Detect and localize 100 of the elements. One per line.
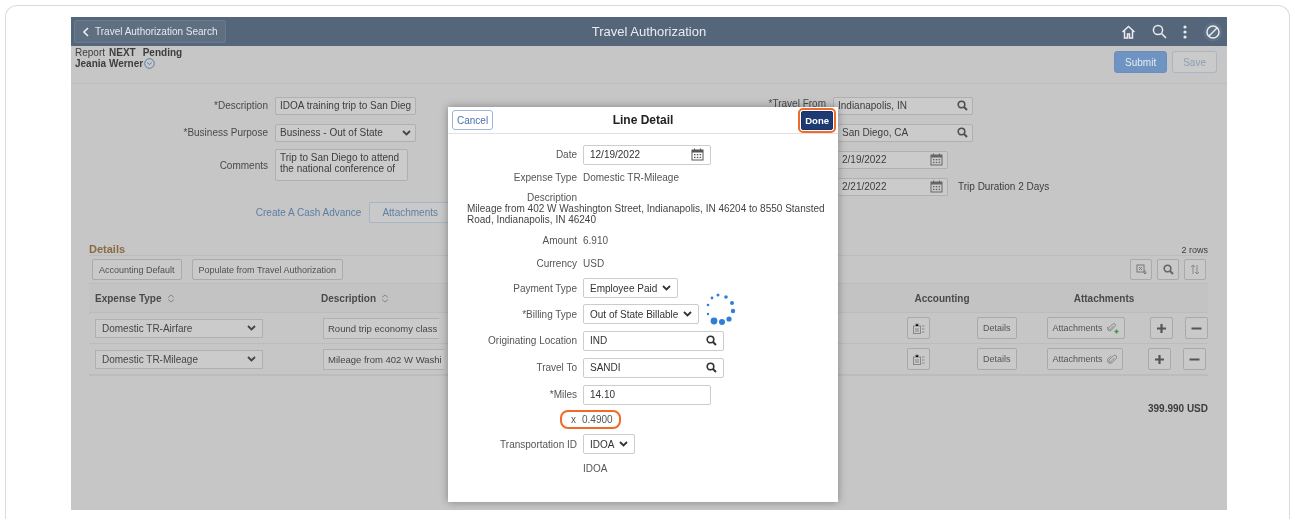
calendar-icon — [930, 153, 943, 166]
toolbar-button[interactable]: Populate from Travel Authorization — [191, 259, 344, 280]
accounting-icon — [912, 353, 925, 365]
date-field[interactable]: 2/21/2022 — [838, 177, 948, 196]
expense-type-dropdown[interactable]: Domestic TR-Mileage — [95, 349, 263, 369]
column-header[interactable]: Description — [321, 292, 376, 304]
field-value: USD — [583, 258, 605, 269]
field-label: *Description — [213, 100, 268, 111]
attachments-button[interactable]: Attachments — [1046, 317, 1125, 339]
expense-type-dropdown[interactable]: Domestic TR-Airfare — [95, 318, 263, 338]
no-entry-icon[interactable] — [1203, 21, 1223, 42]
plus-icon — [1153, 353, 1165, 365]
accounting-button[interactable] — [907, 348, 930, 370]
details-button[interactable]: Details — [977, 348, 1017, 370]
description-field[interactable]: Mileage from 402 W Washi — [323, 348, 444, 370]
lookup-field[interactable]: IND — [583, 330, 724, 351]
field-label: Originating Location — [487, 335, 577, 346]
add-row-button[interactable] — [1147, 348, 1171, 370]
details-button[interactable]: Details — [977, 317, 1017, 339]
more-icon[interactable] — [1183, 24, 1187, 39]
search-icon — [1162, 264, 1174, 275]
accounting-icon — [912, 322, 925, 334]
user-name: Jeania Werner — [75, 58, 144, 69]
report-label: Report — [75, 47, 105, 58]
field-label: Currency — [535, 258, 577, 269]
dropdown[interactable]: Business - Out of State — [275, 123, 416, 142]
export-button[interactable] — [1130, 259, 1152, 280]
chevron-down-icon — [247, 356, 256, 362]
column-header: Attachments — [1072, 292, 1136, 304]
field-label: x — [571, 414, 576, 425]
date-field[interactable]: 2/19/2022 — [838, 150, 948, 169]
report-status: Pending — [142, 47, 183, 58]
cancel-button[interactable]: Cancel — [452, 110, 494, 130]
search-icon — [957, 127, 968, 138]
search-icon — [706, 335, 717, 346]
report-id: NEXT — [109, 47, 136, 58]
field-value: IDOA — [583, 463, 608, 474]
field-value: 6.910 — [583, 235, 609, 246]
delete-row-button[interactable] — [1184, 317, 1208, 339]
field-label: Description — [525, 192, 577, 203]
miles-field[interactable]: 14.10 — [583, 384, 711, 405]
description-text: Mileage from 402 W Washington Street, Indianapolis, IN 46204 to 8550 Stansted Road, Indianapolis, IN 46240 — [466, 203, 826, 225]
dropdown[interactable]: Employee Paid — [583, 278, 679, 298]
chevron-circle-icon[interactable] — [144, 58, 156, 69]
dropdown[interactable]: IDOA — [583, 434, 636, 454]
chevron-down-icon — [683, 311, 693, 317]
field-label: *Miles — [548, 389, 577, 400]
toolbar-button[interactable]: Accounting Default — [92, 259, 182, 280]
row-count: 2 rows — [1181, 244, 1208, 255]
search-icon — [706, 362, 717, 373]
search-icon — [957, 100, 968, 111]
field-label: *Billing Type — [521, 308, 577, 320]
field-label: Amount — [541, 235, 577, 246]
trip-duration: Trip Duration 2 Days — [958, 181, 1050, 192]
page-title: Travel Authorization — [591, 24, 707, 39]
section-title: Details — [89, 243, 126, 255]
field-label: Expense Type — [512, 172, 577, 183]
field-label: *Travel From — [768, 98, 826, 109]
lookup-field[interactable]: Indianapolis, IN — [833, 96, 973, 115]
back-button[interactable]: Travel Authorization Search — [74, 20, 227, 43]
text-field[interactable]: IDOA training trip to San Dieg — [275, 96, 417, 115]
done-button[interactable]: Done — [801, 110, 833, 130]
field-label: Transportation ID — [499, 438, 577, 450]
minus-icon — [1188, 357, 1200, 361]
field-label: Date — [554, 149, 577, 160]
chevron-down-icon — [619, 441, 629, 447]
dialog-title: Line Detail — [612, 113, 674, 127]
comments-field[interactable]: Trip to San Diego to attend the national conference of — [275, 149, 408, 181]
minus-icon — [1190, 326, 1202, 330]
sort-icon — [166, 293, 175, 303]
calendar-icon — [930, 180, 943, 193]
lookup-field[interactable]: San Diego, CA — [838, 123, 973, 142]
column-header: Accounting — [913, 292, 971, 304]
add-row-button[interactable] — [1149, 317, 1173, 339]
date-field[interactable]: 12/19/2022 — [583, 144, 711, 165]
field-label: Comments — [218, 159, 268, 171]
field-value: 0.4900 — [582, 414, 613, 425]
plus-icon — [1155, 322, 1167, 334]
field-label: Travel To — [535, 362, 577, 373]
attachments-button[interactable]: Attachments — [1046, 348, 1123, 370]
find-button[interactable] — [1157, 259, 1179, 280]
dropdown[interactable]: Out of State Billable — [583, 304, 700, 324]
search-icon[interactable] — [1152, 24, 1167, 39]
sort-icon — [381, 293, 389, 303]
home-icon[interactable] — [1121, 24, 1136, 39]
total-amount: 399.990 USD — [1147, 403, 1208, 414]
chevron-down-icon — [662, 285, 672, 291]
chevron-down-icon — [247, 325, 256, 331]
delete-row-button[interactable] — [1182, 348, 1206, 370]
sort-arrows-icon — [1190, 264, 1200, 275]
column-header[interactable]: Expense Type — [95, 292, 162, 304]
field-value: Domestic TR-Mileage — [583, 172, 679, 183]
calendar-icon — [691, 148, 704, 161]
chevron-down-icon — [402, 129, 411, 136]
accounting-button[interactable] — [907, 317, 930, 339]
chevron-left-icon — [83, 26, 89, 37]
field-label: Payment Type — [512, 282, 577, 294]
export-icon — [1135, 264, 1147, 275]
description-field[interactable]: Round trip economy class — [323, 317, 440, 339]
lookup-field[interactable]: SANDI — [583, 357, 724, 378]
